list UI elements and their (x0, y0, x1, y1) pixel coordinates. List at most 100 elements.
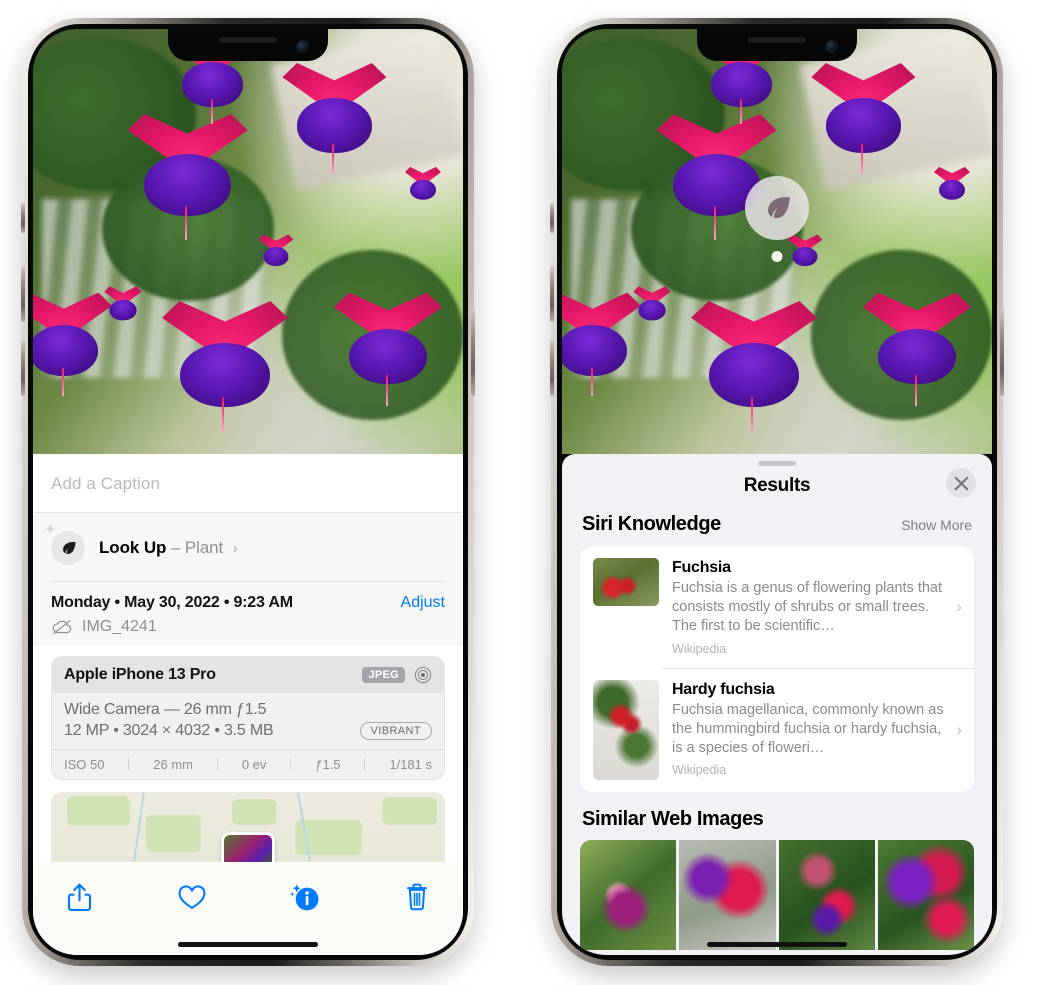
photo-fuchsia-flowers[interactable] (562, 29, 992, 454)
camera-device-name: Apple iPhone 13 Pro (64, 665, 216, 683)
result-description: Fuchsia is a genus of flowering plants t… (672, 580, 943, 635)
web-image-thumbnail[interactable] (580, 839, 677, 950)
result-description: Fuchsia magellanica, commonly known as t… (672, 701, 944, 756)
specs-line: 12 MP • 3024 × 4032 • 3.5 MB (64, 721, 274, 739)
camera-specs-row: 12 MP • 3024 × 4032 • 3.5 MB VIBRANT (64, 721, 432, 740)
look-up-text: Look Up (99, 538, 167, 557)
map-park-area (145, 815, 201, 852)
right-phone-mute-switch[interactable] (550, 203, 554, 233)
exif-aperture: ƒ1.5 (315, 756, 341, 772)
photo-flower-bud-1 (104, 285, 142, 320)
photo-info-panel: Add a Caption ✦ Look Up – Plant › Monday… (33, 454, 463, 955)
similar-web-images-header: Similar Web Images (562, 792, 992, 840)
right-phone-screen: Results Siri Knowledge Show More Fuchsia… (562, 29, 992, 955)
camera-card-header: Apple iPhone 13 Pro JPEG (52, 656, 444, 693)
result-thumbnail (593, 558, 659, 606)
format-badge: JPEG (362, 666, 405, 683)
map-park-area (232, 798, 276, 826)
map-park-area (381, 797, 438, 826)
location-map-card[interactable] (51, 791, 445, 862)
favorite-button[interactable] (172, 877, 212, 917)
look-up-plant-row[interactable]: ✦ Look Up – Plant › (44, 522, 445, 581)
look-up-dash: – (170, 538, 181, 557)
photo-map-pin[interactable] (221, 831, 275, 862)
screenshot-root: Add a Caption ✦ Look Up – Plant › Monday… (0, 0, 1055, 985)
left-phone-power-button[interactable] (471, 308, 475, 396)
exif-focal: 26 mm (153, 756, 194, 772)
similar-web-images-strip[interactable] (580, 839, 974, 950)
result-thumbnail (593, 679, 659, 780)
photo-flower-5 (334, 292, 442, 406)
visual-look-up-badge[interactable] (745, 176, 809, 262)
close-button[interactable] (946, 468, 976, 498)
siri-knowledge-header: Siri Knowledge Show More (562, 513, 992, 546)
photo-flower-4 (162, 301, 288, 433)
map-park-area (66, 795, 130, 827)
metadata-filename-row: IMG_4241 (51, 618, 445, 636)
leaf-icon: ✦ (44, 522, 85, 565)
chevron-right-icon: › (956, 719, 962, 739)
right-phone-volume-down[interactable] (550, 340, 554, 396)
left-phone-volume-up[interactable] (21, 266, 25, 322)
map-river (132, 791, 145, 862)
photo-flower-bud-1 (633, 285, 671, 320)
list-item[interactable]: Fuchsia Fuchsia is a genus of flowering … (580, 546, 974, 668)
sheet-title: Results (743, 475, 811, 496)
photo-fuchsia-flowers[interactable] (33, 29, 463, 454)
chevron-right-icon: › (232, 540, 238, 557)
exif-row: ISO 50 26 mm 0 ev ƒ1.5 1/181 s (52, 748, 444, 779)
caption-input[interactable]: Add a Caption (33, 454, 463, 512)
result-body: Fuchsia Fuchsia is a genus of flowering … (672, 558, 962, 656)
siri-knowledge-title: Siri Knowledge (582, 513, 721, 535)
left-phone-device: Add a Caption ✦ Look Up – Plant › Monday… (21, 18, 475, 966)
exif-ev: 0 ev (241, 756, 267, 772)
right-phone-device: Results Siri Knowledge Show More Fuchsia… (550, 18, 1004, 966)
front-camera-icon (826, 41, 837, 52)
result-title: Hardy fuchsia (672, 680, 775, 698)
photo-flower-4 (691, 301, 817, 433)
camera-card-body: Wide Camera — 26 mm ƒ1.5 12 MP • 3024 × … (52, 693, 444, 749)
leaf-icon (745, 176, 809, 240)
adjust-button[interactable]: Adjust (401, 594, 445, 612)
exif-divider (216, 757, 218, 771)
photo-date: Monday • May 30, 2022 • 9:23 AM (51, 593, 293, 611)
exif-divider (128, 757, 130, 771)
camera-info-card[interactable]: Apple iPhone 13 Pro JPEG Wide Camera — 2… (51, 655, 445, 780)
show-more-button[interactable]: Show More (901, 517, 972, 533)
web-image-thumbnail[interactable] (778, 839, 875, 950)
exif-shutter: 1/181 s (389, 756, 432, 772)
photo-flower-2 (282, 63, 387, 174)
metadata-date-row: Monday • May 30, 2022 • 9:23 AM Adjust (51, 594, 445, 612)
sheet-header: Results (562, 466, 992, 513)
web-image-thumbnail[interactable] (877, 839, 974, 950)
lookup-section: ✦ Look Up – Plant › (33, 512, 463, 581)
info-button[interactable] (284, 877, 324, 917)
result-source: Wikipedia (672, 641, 727, 656)
photo-filename: IMG_4241 (82, 617, 157, 635)
left-phone-mute-switch[interactable] (21, 203, 25, 233)
web-image-thumbnail[interactable] (679, 839, 776, 950)
share-button[interactable] (59, 877, 99, 917)
map-pin-thumbnail (224, 834, 272, 862)
home-indicator[interactable] (178, 942, 318, 947)
metadata-divider (51, 581, 445, 582)
photo-flower-bud-3 (934, 166, 971, 200)
right-phone-volume-up[interactable] (550, 266, 554, 322)
delete-button[interactable] (397, 877, 437, 917)
left-phone-notch (168, 29, 328, 61)
photographic-style-badge: VIBRANT (359, 721, 432, 740)
earpiece-speaker (748, 37, 806, 43)
home-indicator[interactable] (707, 942, 847, 947)
list-item[interactable]: Hardy fuchsia Fuchsia magellanica, commo… (580, 667, 974, 792)
siri-knowledge-list: Fuchsia Fuchsia is a genus of flowering … (580, 546, 974, 792)
metadata-section: Monday • May 30, 2022 • 9:23 AM Adjust I… (33, 581, 463, 646)
similar-web-images-title: Similar Web Images (582, 807, 764, 830)
right-phone-power-button[interactable] (1000, 308, 1004, 396)
lens-line: Wide Camera — 26 mm ƒ1.5 (64, 700, 267, 718)
exif-divider (290, 757, 292, 771)
left-phone-volume-down[interactable] (21, 340, 25, 396)
right-phone-notch (697, 29, 857, 61)
look-up-anchor-dot (771, 251, 783, 262)
photo-flower-6 (562, 292, 641, 396)
result-body: Hardy fuchsia Fuchsia magellanica, commo… (672, 680, 962, 778)
